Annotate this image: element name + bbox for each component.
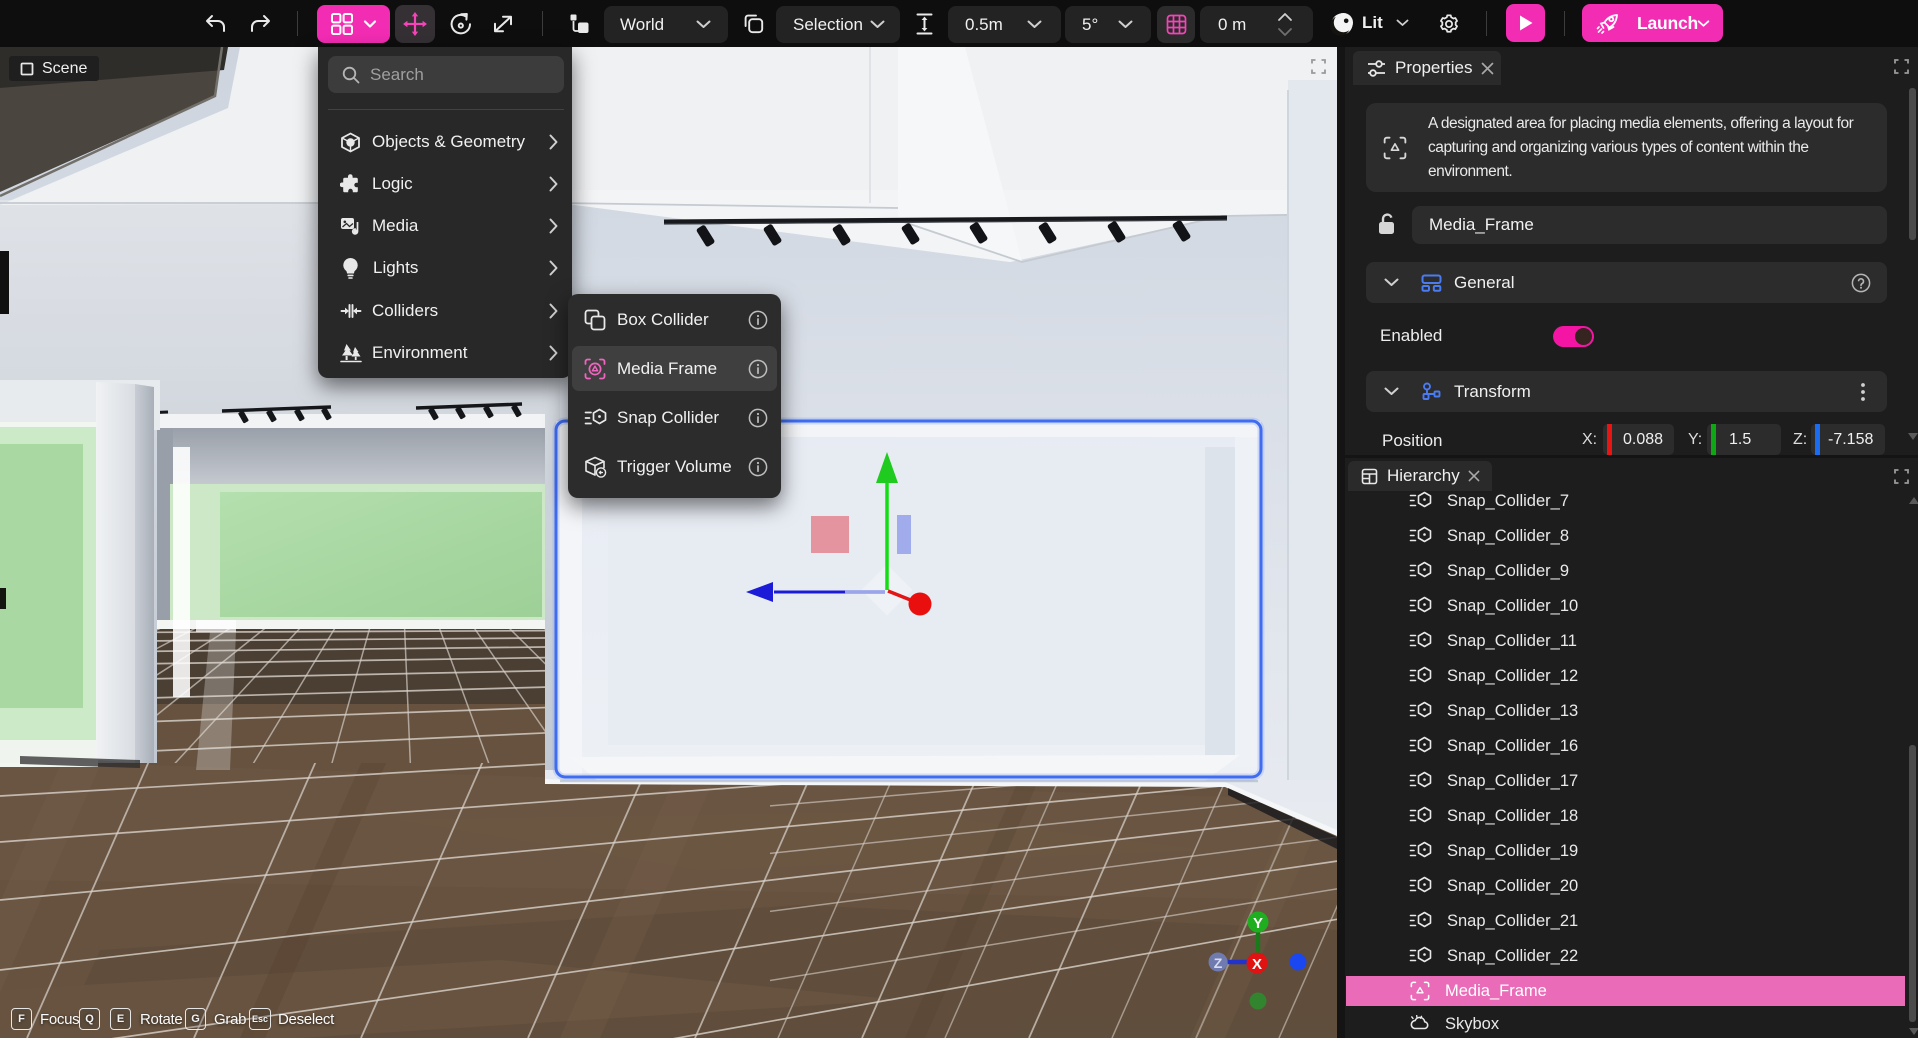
svg-text:Y: Y xyxy=(1253,915,1263,932)
svg-text:Z: Z xyxy=(1214,955,1223,971)
svg-text:X: X xyxy=(1252,956,1262,973)
